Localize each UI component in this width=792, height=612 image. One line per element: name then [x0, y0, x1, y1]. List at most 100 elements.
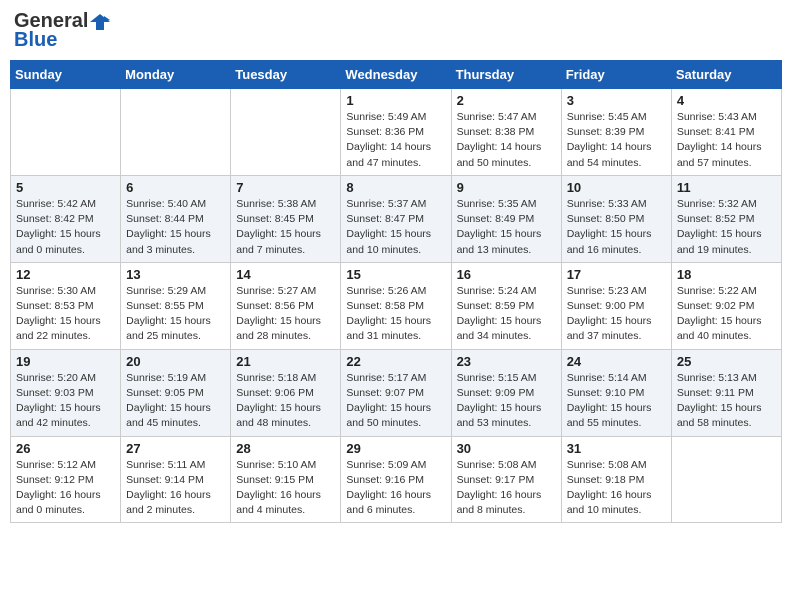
day-number: 8 [346, 180, 445, 195]
day-number: 28 [236, 441, 335, 456]
calendar-cell: 2 Sunrise: 5:47 AM Sunset: 8:38 PM Daylig… [451, 89, 561, 176]
calendar-cell: 6 Sunrise: 5:40 AM Sunset: 8:44 PM Daylig… [121, 175, 231, 262]
day-info: Sunrise: 5:10 AM Sunset: 9:15 PM Dayligh… [236, 458, 335, 519]
calendar-cell: 5 Sunrise: 5:42 AM Sunset: 8:42 PM Daylig… [11, 175, 121, 262]
calendar-cell: 28 Sunrise: 5:10 AM Sunset: 9:15 PM Dayli… [231, 436, 341, 523]
col-header-thursday: Thursday [451, 61, 561, 89]
day-info: Sunrise: 5:08 AM Sunset: 9:17 PM Dayligh… [457, 458, 556, 519]
day-number: 23 [457, 354, 556, 369]
calendar-cell: 31 Sunrise: 5:08 AM Sunset: 9:18 PM Dayli… [561, 436, 671, 523]
day-info: Sunrise: 5:42 AM Sunset: 8:42 PM Dayligh… [16, 197, 115, 258]
calendar-week-row: 5 Sunrise: 5:42 AM Sunset: 8:42 PM Daylig… [11, 175, 782, 262]
calendar-cell: 30 Sunrise: 5:08 AM Sunset: 9:17 PM Dayli… [451, 436, 561, 523]
day-number: 3 [567, 93, 666, 108]
day-number: 14 [236, 267, 335, 282]
day-info: Sunrise: 5:38 AM Sunset: 8:45 PM Dayligh… [236, 197, 335, 258]
day-number: 30 [457, 441, 556, 456]
calendar-week-row: 12 Sunrise: 5:30 AM Sunset: 8:53 PM Dayli… [11, 262, 782, 349]
calendar-cell: 18 Sunrise: 5:22 AM Sunset: 9:02 PM Dayli… [671, 262, 781, 349]
day-info: Sunrise: 5:19 AM Sunset: 9:05 PM Dayligh… [126, 371, 225, 432]
day-info: Sunrise: 5:49 AM Sunset: 8:36 PM Dayligh… [346, 110, 445, 171]
day-info: Sunrise: 5:14 AM Sunset: 9:10 PM Dayligh… [567, 371, 666, 432]
calendar-cell: 12 Sunrise: 5:30 AM Sunset: 8:53 PM Dayli… [11, 262, 121, 349]
day-number: 11 [677, 180, 776, 195]
day-number: 2 [457, 93, 556, 108]
day-info: Sunrise: 5:40 AM Sunset: 8:44 PM Dayligh… [126, 197, 225, 258]
day-number: 9 [457, 180, 556, 195]
day-info: Sunrise: 5:11 AM Sunset: 9:14 PM Dayligh… [126, 458, 225, 519]
logo-blue-text: Blue [14, 29, 57, 52]
day-number: 4 [677, 93, 776, 108]
col-header-tuesday: Tuesday [231, 61, 341, 89]
calendar-cell: 10Sunrise: 5:33 AM Sunset: 8:50 PM Dayli… [561, 175, 671, 262]
day-number: 16 [457, 267, 556, 282]
day-number: 20 [126, 354, 225, 369]
day-number: 18 [677, 267, 776, 282]
calendar-cell: 27Sunrise: 5:11 AM Sunset: 9:14 PM Dayli… [121, 436, 231, 523]
day-info: Sunrise: 5:37 AM Sunset: 8:47 PM Dayligh… [346, 197, 445, 258]
day-info: Sunrise: 5:43 AM Sunset: 8:41 PM Dayligh… [677, 110, 776, 171]
day-number: 31 [567, 441, 666, 456]
calendar-cell: 3 Sunrise: 5:45 AM Sunset: 8:39 PM Daylig… [561, 89, 671, 176]
day-info: Sunrise: 5:27 AM Sunset: 8:56 PM Dayligh… [236, 284, 335, 345]
calendar-cell: 29 Sunrise: 5:09 AM Sunset: 9:16 PM Dayli… [341, 436, 451, 523]
day-info: Sunrise: 5:17 AM Sunset: 9:07 PM Dayligh… [346, 371, 445, 432]
day-info: Sunrise: 5:13 AM Sunset: 9:11 PM Dayligh… [677, 371, 776, 432]
day-number: 15 [346, 267, 445, 282]
calendar-cell [121, 89, 231, 176]
day-number: 25 [677, 354, 776, 369]
day-info: Sunrise: 5:09 AM Sunset: 9:16 PM Dayligh… [346, 458, 445, 519]
day-number: 22 [346, 354, 445, 369]
col-header-sunday: Sunday [11, 61, 121, 89]
col-header-wednesday: Wednesday [341, 61, 451, 89]
day-info: Sunrise: 5:23 AM Sunset: 9:00 PM Dayligh… [567, 284, 666, 345]
page-header: General Blue [10, 10, 782, 52]
calendar-table: SundayMondayTuesdayWednesdayThursdayFrid… [10, 60, 782, 523]
calendar-cell: 25 Sunrise: 5:13 AM Sunset: 9:11 PM Dayli… [671, 349, 781, 436]
day-info: Sunrise: 5:35 AM Sunset: 8:49 PM Dayligh… [457, 197, 556, 258]
day-info: Sunrise: 5:47 AM Sunset: 8:38 PM Dayligh… [457, 110, 556, 171]
day-info: Sunrise: 5:30 AM Sunset: 8:53 PM Dayligh… [16, 284, 115, 345]
day-number: 21 [236, 354, 335, 369]
calendar-cell: 14 Sunrise: 5:27 AM Sunset: 8:56 PM Dayli… [231, 262, 341, 349]
calendar-cell: 8 Sunrise: 5:37 AM Sunset: 8:47 PM Daylig… [341, 175, 451, 262]
day-number: 24 [567, 354, 666, 369]
day-info: Sunrise: 5:32 AM Sunset: 8:52 PM Dayligh… [677, 197, 776, 258]
calendar-cell: 7 Sunrise: 5:38 AM Sunset: 8:45 PM Daylig… [231, 175, 341, 262]
day-number: 10 [567, 180, 666, 195]
calendar-cell: 19Sunrise: 5:20 AM Sunset: 9:03 PM Dayli… [11, 349, 121, 436]
calendar-cell: 22 Sunrise: 5:17 AM Sunset: 9:07 PM Dayli… [341, 349, 451, 436]
calendar-cell: 13Sunrise: 5:29 AM Sunset: 8:55 PM Dayli… [121, 262, 231, 349]
day-number: 7 [236, 180, 335, 195]
day-info: Sunrise: 5:26 AM Sunset: 8:58 PM Dayligh… [346, 284, 445, 345]
day-info: Sunrise: 5:45 AM Sunset: 8:39 PM Dayligh… [567, 110, 666, 171]
day-info: Sunrise: 5:22 AM Sunset: 9:02 PM Dayligh… [677, 284, 776, 345]
calendar-cell: 23 Sunrise: 5:15 AM Sunset: 9:09 PM Dayli… [451, 349, 561, 436]
calendar-cell: 21 Sunrise: 5:18 AM Sunset: 9:06 PM Dayli… [231, 349, 341, 436]
calendar-cell [231, 89, 341, 176]
day-info: Sunrise: 5:18 AM Sunset: 9:06 PM Dayligh… [236, 371, 335, 432]
calendar-cell: 16 Sunrise: 5:24 AM Sunset: 8:59 PM Dayli… [451, 262, 561, 349]
day-number: 1 [346, 93, 445, 108]
calendar-cell: 11 Sunrise: 5:32 AM Sunset: 8:52 PM Dayli… [671, 175, 781, 262]
calendar-cell: 24 Sunrise: 5:14 AM Sunset: 9:10 PM Dayli… [561, 349, 671, 436]
calendar-cell: 15 Sunrise: 5:26 AM Sunset: 8:58 PM Dayli… [341, 262, 451, 349]
day-number: 19 [16, 354, 115, 369]
calendar-cell [11, 89, 121, 176]
day-info: Sunrise: 5:24 AM Sunset: 8:59 PM Dayligh… [457, 284, 556, 345]
day-number: 12 [16, 267, 115, 282]
calendar-cell: 17 Sunrise: 5:23 AM Sunset: 9:00 PM Dayli… [561, 262, 671, 349]
day-number: 13 [126, 267, 225, 282]
day-number: 29 [346, 441, 445, 456]
calendar-week-row: 19Sunrise: 5:20 AM Sunset: 9:03 PM Dayli… [11, 349, 782, 436]
day-info: Sunrise: 5:08 AM Sunset: 9:18 PM Dayligh… [567, 458, 666, 519]
day-number: 6 [126, 180, 225, 195]
col-header-friday: Friday [561, 61, 671, 89]
day-info: Sunrise: 5:15 AM Sunset: 9:09 PM Dayligh… [457, 371, 556, 432]
day-number: 5 [16, 180, 115, 195]
calendar-cell: 26Sunrise: 5:12 AM Sunset: 9:12 PM Dayli… [11, 436, 121, 523]
day-number: 17 [567, 267, 666, 282]
day-number: 26 [16, 441, 115, 456]
calendar-week-row: 1 Sunrise: 5:49 AM Sunset: 8:36 PM Daylig… [11, 89, 782, 176]
calendar-header-row: SundayMondayTuesdayWednesdayThursdayFrid… [11, 61, 782, 89]
